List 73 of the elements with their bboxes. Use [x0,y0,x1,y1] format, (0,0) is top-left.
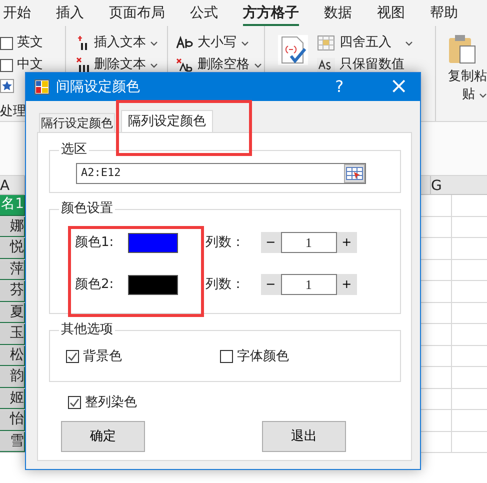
paste-label[interactable]: 贴 [462,85,475,105]
range-picker-icon [346,167,363,180]
clipboard-icon [448,34,476,64]
checkbox-label[interactable]: 整列染色 [85,392,137,412]
table-cell: 雪 [0,432,25,452]
caret-icon [240,40,249,46]
checkbox[interactable] [0,36,13,50]
tab[interactable]: 隔行设定颜色 [39,113,115,132]
ribbon-tab[interactable]: 视图 [377,0,405,26]
table-cell: 芬 [0,281,25,302]
column-header[interactable]: A [0,178,10,194]
tool-label[interactable]: 只保留数值 [339,55,404,75]
table-cell: 姬 [0,388,25,409]
app-icon [34,79,50,95]
group-label: 颜色设置 [60,202,114,216]
ribbon-tab[interactable]: 页面布局 [109,0,165,26]
table-cell: 怡 [0,410,25,430]
caret-icon [150,40,158,46]
tool-label[interactable]: 大小写 [198,33,237,53]
table-cell: 松 [0,346,25,366]
checkbox[interactable] [68,396,81,409]
ok-button[interactable]: 确定 [61,421,145,452]
ribbon-tab[interactable]: 数据 [324,0,352,26]
caret-icon [479,92,487,98]
caret-icon [405,40,414,46]
checkbox[interactable] [0,58,13,72]
number-field[interactable]: 1 [280,232,337,253]
ribbon-tab[interactable]: 开始 [3,0,31,26]
checkbox[interactable] [220,350,233,364]
help-button[interactable]: ? [335,75,344,99]
delete-space-icon [176,58,194,72]
checkbox[interactable] [66,350,79,364]
table-cell: 韵 [0,367,25,388]
color-label: 颜色1: [75,234,114,252]
count-label: 列数： [206,276,245,294]
checkbox-label: 英文 [17,34,43,52]
table-cell: 娜 [0,216,25,237]
table-cell: 悦 [0,238,25,258]
table-cell: 名1 [0,195,25,216]
tool-label[interactable]: 删除空格 [198,55,250,75]
range-field[interactable]: A2:E12 [76,163,366,184]
text-case-icon [176,36,194,50]
column-header[interactable]: G [431,178,442,194]
ribbon-tab[interactable]: 插入 [56,0,84,26]
paste-label[interactable]: 复制粘 [448,67,487,87]
tool-label[interactable]: 四舍五入 [339,33,392,53]
table-cell: 萍 [0,260,25,280]
group-label: 其他选项 [60,323,114,337]
table-cell: 夏 [0,302,25,323]
ribbon-tab[interactable]: 帮助 [430,0,458,26]
tool-label[interactable]: 插入文本 [94,33,146,53]
checkbox-label[interactable]: 背景色 [83,347,122,366]
color-label: 颜色2: [75,276,114,294]
caret-icon [150,62,158,68]
close-button[interactable]: × [390,77,408,97]
tool-label[interactable]: 删除文本 [94,55,146,75]
caret-icon [254,62,262,68]
color-swatch[interactable] [128,274,178,294]
exit-button[interactable]: 退出 [262,421,346,452]
number-field[interactable]: 1 [280,274,337,295]
count-label: 列数： [206,234,245,252]
document-check-icon [277,34,310,66]
checkbox-label[interactable]: 字体颜色 [237,347,289,366]
ribbon-tab[interactable]: 公式 [190,0,218,26]
tab[interactable]: 隔列设定颜色 [121,110,213,132]
table-cell: 玉 [0,324,25,344]
group-label: 处理 [0,103,26,122]
checkbox-label: 中文 [17,56,43,74]
window-title: 间隔设定颜色 [56,78,140,96]
group-label: 选区 [60,143,88,157]
grid-icon [317,35,336,51]
color-swatch[interactable] [128,232,178,252]
delete-icon [76,57,90,73]
